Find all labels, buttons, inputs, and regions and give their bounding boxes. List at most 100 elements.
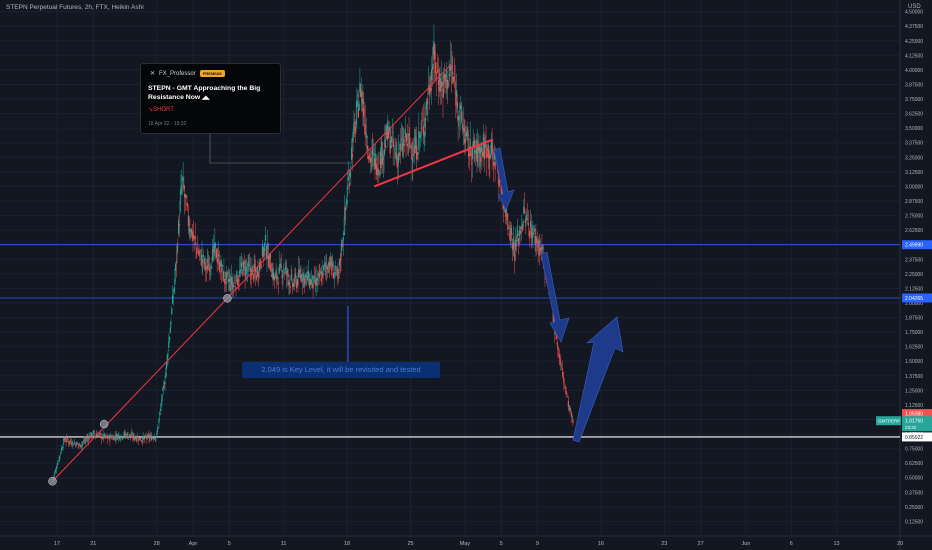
candle-body: [178, 224, 180, 226]
candle-body: [498, 179, 500, 187]
candle-body: [294, 273, 296, 279]
candle-body: [118, 435, 120, 436]
candle: [168, 333, 170, 352]
candle-body: [511, 243, 514, 251]
candle-body: [556, 343, 558, 345]
candle-body: [211, 267, 213, 269]
candle-body: [561, 368, 563, 371]
candle-body: [539, 248, 542, 251]
candle-body: [100, 433, 102, 435]
candle-body: [318, 270, 320, 272]
candle: [255, 271, 258, 282]
candle: [54, 470, 56, 476]
candle-body: [162, 389, 164, 391]
candle-body: [315, 278, 317, 284]
candle-body: [369, 154, 371, 158]
idea-author[interactable]: ✕ FX_Professor PREMIUM: [150, 70, 225, 77]
candle-body: [155, 437, 157, 439]
candle: [375, 157, 378, 180]
candle-body: [283, 272, 285, 274]
candle-body: [536, 241, 539, 243]
key-level-note[interactable]: 2.049 is Key Level, it will be revisited…: [242, 362, 440, 378]
candle-body: [247, 261, 249, 266]
candle-body: [319, 273, 321, 278]
candle-body: [126, 433, 128, 436]
y-tick-label: 4.37500: [905, 24, 923, 30]
candle-body: [307, 270, 310, 278]
candle-body: [355, 119, 357, 124]
candle: [360, 77, 363, 112]
candle-body: [71, 445, 73, 446]
candle: [382, 155, 384, 178]
candle: [212, 238, 214, 264]
candle-body: [242, 272, 244, 276]
candle-body: [255, 269, 257, 273]
candle-body: [258, 274, 260, 276]
candle-body: [406, 135, 408, 140]
candle: [173, 286, 175, 294]
candle: [244, 260, 246, 289]
candle: [131, 431, 134, 442]
candle: [378, 151, 380, 184]
candle-body: [82, 442, 84, 444]
candle-body: [171, 295, 174, 304]
candle: [81, 440, 83, 450]
candle-body: [459, 116, 461, 118]
candle-body: [255, 275, 258, 280]
candle-body: [533, 228, 535, 230]
candle: [304, 276, 306, 294]
candle-body: [356, 100, 358, 108]
candle: [468, 134, 470, 168]
candle-body: [290, 275, 292, 281]
candle-body: [479, 146, 481, 154]
candle: [280, 253, 282, 273]
candle-body: [508, 227, 510, 229]
candle-body: [243, 261, 245, 264]
candle-body: [492, 149, 494, 152]
candle-body: [460, 106, 462, 109]
candle: [428, 75, 431, 110]
candle: [130, 432, 132, 438]
candle-body: [414, 146, 416, 154]
candle-body: [168, 336, 171, 341]
candle-body: [221, 264, 224, 267]
candle-body: [270, 275, 273, 277]
candle: [461, 101, 463, 123]
candle-body: [351, 153, 353, 158]
candle: [202, 258, 204, 276]
candle: [164, 375, 166, 391]
candle-body: [506, 213, 508, 220]
candle-body: [249, 265, 251, 266]
candle-body: [518, 232, 520, 236]
candle: [389, 127, 391, 158]
candle-body: [137, 437, 139, 439]
candle-body: [204, 257, 206, 261]
candle-body: [533, 229, 535, 232]
candle: [227, 270, 229, 278]
candle: [354, 121, 356, 143]
candle-body: [220, 260, 222, 267]
candle: [437, 53, 439, 74]
candle-body: [286, 269, 288, 273]
idea-card[interactable]: ✕ FX_Professor PREMIUM STEPN - GMT Appro…: [140, 63, 281, 134]
candle-body: [132, 434, 134, 437]
candle-body: [417, 152, 419, 155]
candle-body: [400, 138, 403, 141]
candle-body: [224, 282, 227, 285]
candle: [88, 432, 91, 440]
candle-body: [343, 232, 345, 235]
candle-body: [412, 154, 415, 157]
candle-body: [391, 132, 393, 134]
candle-body: [439, 73, 441, 83]
candle-body: [406, 144, 409, 146]
candle-body: [136, 439, 138, 441]
candle-body: [557, 348, 560, 350]
candle-body: [123, 432, 125, 434]
trendline: [373, 138, 493, 188]
candle: [104, 434, 106, 440]
y-tick-label: 0.25000: [905, 505, 923, 511]
candle: [159, 410, 161, 420]
candle: [525, 211, 527, 227]
candle: [196, 235, 199, 251]
candle-body: [80, 445, 82, 447]
